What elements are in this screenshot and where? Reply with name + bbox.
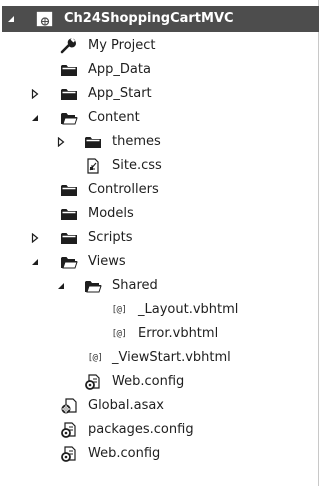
folder-icon — [60, 182, 78, 198]
global-asax-icon — [60, 398, 78, 414]
css-file-icon — [84, 158, 102, 174]
folder-icon — [60, 86, 78, 102]
razor-file-icon: [@] — [111, 305, 127, 315]
tree-node-label: App_Data — [88, 62, 151, 77]
tree-node[interactable]: App_Start — [2, 83, 319, 105]
collapsed-arrow-icon[interactable] — [30, 233, 40, 243]
tree-node-label: packages.config — [88, 422, 194, 437]
tree-node[interactable]: App_Data — [2, 59, 319, 81]
tree-node[interactable]: Web.config — [2, 443, 319, 465]
tree-node-label: Views — [88, 254, 126, 269]
project-node[interactable]: Ch24ShoppingCartMVC — [2, 6, 319, 32]
expanded-arrow-icon[interactable] — [6, 14, 16, 24]
tree-node[interactable]: Controllers — [2, 179, 319, 201]
tree-node-label: Ch24ShoppingCartMVC — [64, 11, 234, 26]
tree-node[interactable]: themes — [2, 131, 319, 153]
tree-node-label: Controllers — [88, 182, 159, 197]
tree-node-label: My Project — [88, 38, 156, 53]
razor-file-icon: [@] — [87, 353, 103, 363]
folder-icon — [84, 134, 102, 150]
tree-node-label: App_Start — [88, 86, 152, 101]
solution-explorer-tree[interactable]: Ch24ShoppingCartMVC My Project App_Data App… — [0, 0, 319, 486]
razor-file-icon: [@] — [111, 329, 127, 339]
tree-node[interactable]: Web.config — [2, 371, 319, 393]
tree-node[interactable]: Site.css — [2, 155, 319, 177]
tree-node[interactable]: Views — [2, 251, 319, 273]
expanded-arrow-icon[interactable] — [30, 113, 40, 123]
folder-open-icon — [60, 254, 78, 270]
tree-node-label: themes — [112, 134, 161, 149]
tree-node[interactable]: Shared — [2, 275, 319, 297]
collapsed-arrow-icon[interactable] — [56, 137, 66, 147]
tree-node[interactable]: [@] _ViewStart.vbhtml — [2, 347, 319, 369]
tree-node-label: _Layout.vbhtml — [138, 302, 239, 317]
tree-node[interactable]: packages.config — [2, 419, 319, 441]
tree-node[interactable]: Content — [2, 107, 319, 129]
folder-icon — [60, 230, 78, 246]
folder-open-icon — [60, 110, 78, 126]
collapsed-arrow-icon[interactable] — [30, 89, 40, 99]
tree-node-label: Error.vbhtml — [138, 326, 219, 341]
tree-node[interactable]: Models — [2, 203, 319, 225]
tree-node-label: Scripts — [88, 230, 133, 245]
expanded-arrow-icon[interactable] — [30, 257, 40, 267]
config-file-icon — [60, 446, 78, 462]
tree-node-label: Web.config — [88, 446, 161, 461]
folder-open-icon — [84, 278, 102, 294]
tree-node-label: Content — [88, 110, 140, 125]
vb-web-project-icon — [36, 11, 54, 27]
tree-node[interactable]: Scripts — [2, 227, 319, 249]
folder-icon — [60, 62, 78, 78]
folder-icon — [60, 206, 78, 222]
tree-node-label: Shared — [112, 278, 158, 293]
wrench-icon — [60, 38, 78, 54]
tree-node[interactable]: [@] _Layout.vbhtml — [2, 299, 319, 321]
tree-node-label: Models — [88, 206, 134, 221]
config-file-icon — [84, 374, 102, 390]
tree-node[interactable]: Global.asax — [2, 395, 319, 417]
config-file-icon — [60, 422, 78, 438]
tree-node-label: Global.asax — [88, 398, 165, 413]
tree-node[interactable]: [@] Error.vbhtml — [2, 323, 319, 345]
tree-node-label: _ViewStart.vbhtml — [112, 350, 231, 365]
expanded-arrow-icon[interactable] — [56, 281, 66, 291]
tree-node[interactable]: My Project — [2, 35, 319, 57]
tree-node-label: Site.css — [112, 158, 162, 173]
tree-node-label: Web.config — [112, 374, 185, 389]
